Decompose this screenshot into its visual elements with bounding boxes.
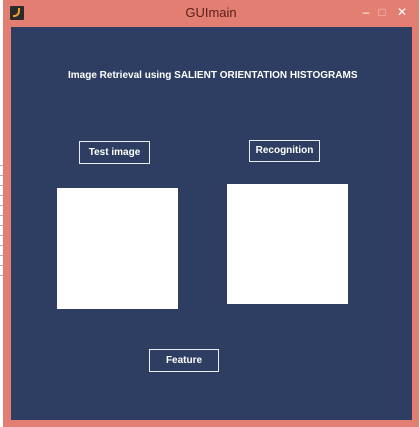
window-title: GUImain <box>185 5 237 20</box>
page-title: Image Retrieval using SALIENT ORIENTATIO… <box>68 70 358 81</box>
feature-button[interactable]: Feature <box>149 349 219 372</box>
recognition-button[interactable]: Recognition <box>249 140 320 162</box>
title-bar[interactable]: GUImain – □ ✕ <box>3 0 419 27</box>
minimize-button[interactable]: – <box>358 4 374 20</box>
recognition-axes <box>227 184 348 304</box>
test-image-axes <box>57 188 178 309</box>
app-window: GUImain – □ ✕ Image Retrieval using SALI… <box>3 0 419 427</box>
maximize-button[interactable]: □ <box>374 4 390 20</box>
test-image-button[interactable]: Test image <box>79 141 150 164</box>
close-button[interactable]: ✕ <box>391 4 413 20</box>
figure-panel: Image Retrieval using SALIENT ORIENTATIO… <box>11 27 412 420</box>
